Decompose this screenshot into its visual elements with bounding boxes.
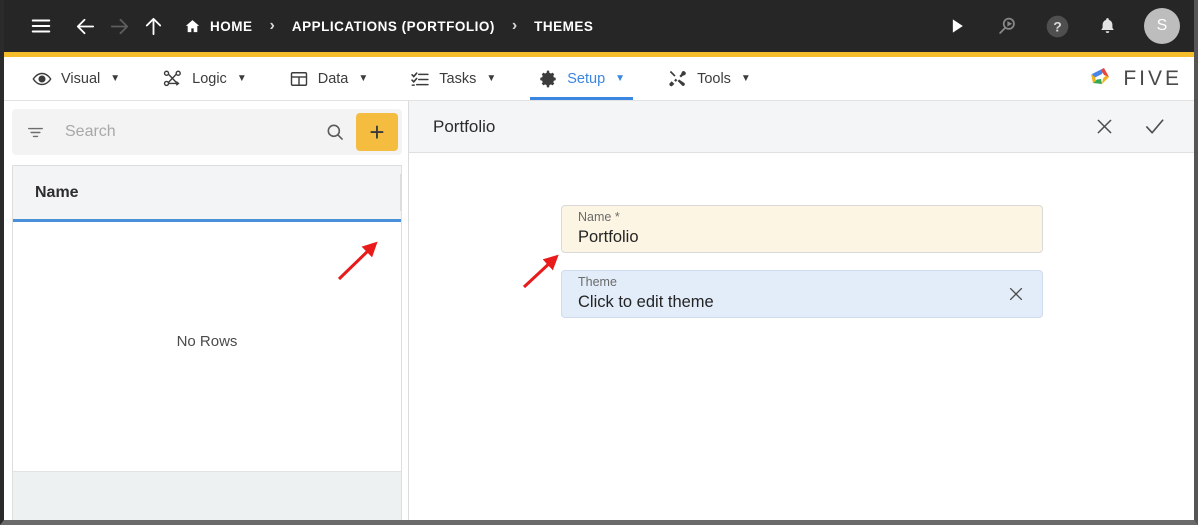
filter-icon[interactable]: [26, 123, 45, 142]
user-avatar[interactable]: S: [1144, 8, 1180, 44]
run-play-icon[interactable]: [940, 9, 974, 43]
chevron-down-icon: ▼: [358, 72, 369, 84]
top-navigation-bar: HOME › APPLICATIONS (PORTFOLIO) › THEMES: [4, 0, 1194, 57]
form-fields-column: Name * Portfolio Theme Click to edit the…: [561, 205, 1043, 318]
field-theme-value: Click to edit theme: [578, 292, 714, 311]
table-body: No Rows: [13, 222, 401, 471]
breadcrumb-separator-1: ›: [269, 17, 275, 34]
menu-item-logic[interactable]: Logic ▼: [152, 57, 257, 100]
table-column-header-name[interactable]: Name: [35, 184, 79, 202]
menu-item-tasks-label: Tasks: [439, 70, 477, 87]
menu-item-tasks[interactable]: Tasks ▼: [400, 57, 506, 100]
help-icon[interactable]: ?: [1040, 9, 1074, 43]
field-theme-clear-icon[interactable]: [1004, 282, 1028, 306]
gear-icon: [538, 69, 558, 89]
detail-header: Portfolio: [409, 101, 1194, 153]
annotation-arrow-to-theme-field: [522, 254, 559, 289]
close-x-icon[interactable]: [1090, 113, 1118, 141]
breadcrumb-home[interactable]: HOME: [184, 18, 253, 35]
chevron-down-icon: ▼: [236, 72, 247, 84]
field-theme[interactable]: Theme Click to edit theme: [561, 270, 1043, 318]
menu-item-data[interactable]: Data ▼: [279, 57, 379, 100]
five-logo: FIVE: [1088, 57, 1182, 100]
detail-header-actions: [1090, 113, 1168, 141]
hamburger-menu-icon[interactable]: [24, 9, 58, 43]
forward-arrow-icon[interactable]: [102, 9, 136, 43]
eye-icon: [32, 69, 52, 89]
field-name[interactable]: Name * Portfolio: [561, 205, 1043, 253]
add-theme-button[interactable]: +: [356, 113, 398, 151]
breadcrumb-applications[interactable]: APPLICATIONS (PORTFOLIO): [292, 19, 495, 34]
magnifier-icon[interactable]: [320, 122, 350, 142]
themes-list-pane: + Name No Rows: [4, 101, 409, 520]
menu-item-tools[interactable]: Tools ▼: [657, 57, 761, 100]
five-logo-mark-icon: [1088, 65, 1118, 93]
checklist-icon: [410, 69, 430, 89]
confirm-check-icon[interactable]: [1140, 113, 1168, 141]
logic-nodes-icon: [162, 68, 183, 89]
five-logo-text: FIVE: [1123, 66, 1182, 90]
back-arrow-icon[interactable]: [68, 9, 102, 43]
breadcrumb-separator-2: ›: [511, 17, 518, 34]
menu-item-data-label: Data: [317, 70, 349, 87]
theme-form: Name * Portfolio Theme Click to edit the…: [409, 153, 1194, 520]
notifications-bell-icon[interactable]: [1090, 9, 1124, 43]
table-footer-bar: [13, 471, 401, 520]
search-input[interactable]: [45, 123, 320, 141]
theme-detail-pane: Portfolio Name * Portfolio Theme Click t…: [409, 101, 1194, 520]
field-name-value: Portfolio: [578, 227, 639, 246]
empty-state-message: No Rows: [176, 333, 238, 350]
breadcrumb-home-label: HOME: [210, 18, 253, 34]
table-grid-icon: [289, 69, 309, 89]
chevron-down-icon: ▼: [615, 72, 626, 84]
search-run-icon[interactable]: [990, 9, 1024, 43]
up-arrow-icon[interactable]: [136, 9, 170, 43]
chevron-down-icon: ▼: [110, 72, 121, 84]
breadcrumb-themes[interactable]: THEMES: [534, 19, 593, 34]
chevron-down-icon: ▼: [486, 72, 497, 84]
menu-item-setup-label: Setup: [567, 70, 606, 87]
themes-table: Name No Rows: [12, 165, 402, 520]
home-icon: [184, 18, 201, 35]
svg-text:?: ?: [1053, 18, 1062, 34]
menu-item-logic-label: Logic: [192, 70, 227, 87]
top-bar-actions: ? S: [940, 8, 1180, 44]
wrench-screwdriver-icon: [667, 68, 688, 89]
content-area: + Name No Rows: [4, 101, 1194, 520]
field-theme-label: Theme: [578, 275, 617, 290]
menu-item-visual[interactable]: Visual ▼: [22, 57, 130, 100]
menu-item-visual-label: Visual: [61, 70, 101, 87]
main-menu-bar: Visual ▼ Logic ▼ Data ▼ Tasks ▼ Setup ▼ …: [4, 57, 1194, 101]
detail-title: Portfolio: [433, 116, 496, 136]
chevron-down-icon: ▼: [740, 72, 751, 84]
menu-item-setup[interactable]: Setup ▼: [528, 57, 635, 100]
search-bar: +: [12, 109, 402, 155]
table-header-row: Name: [13, 166, 401, 222]
field-name-label: Name *: [578, 210, 620, 225]
application-window: HOME › APPLICATIONS (PORTFOLIO) › THEMES: [0, 0, 1198, 525]
menu-item-tools-label: Tools: [697, 70, 731, 87]
